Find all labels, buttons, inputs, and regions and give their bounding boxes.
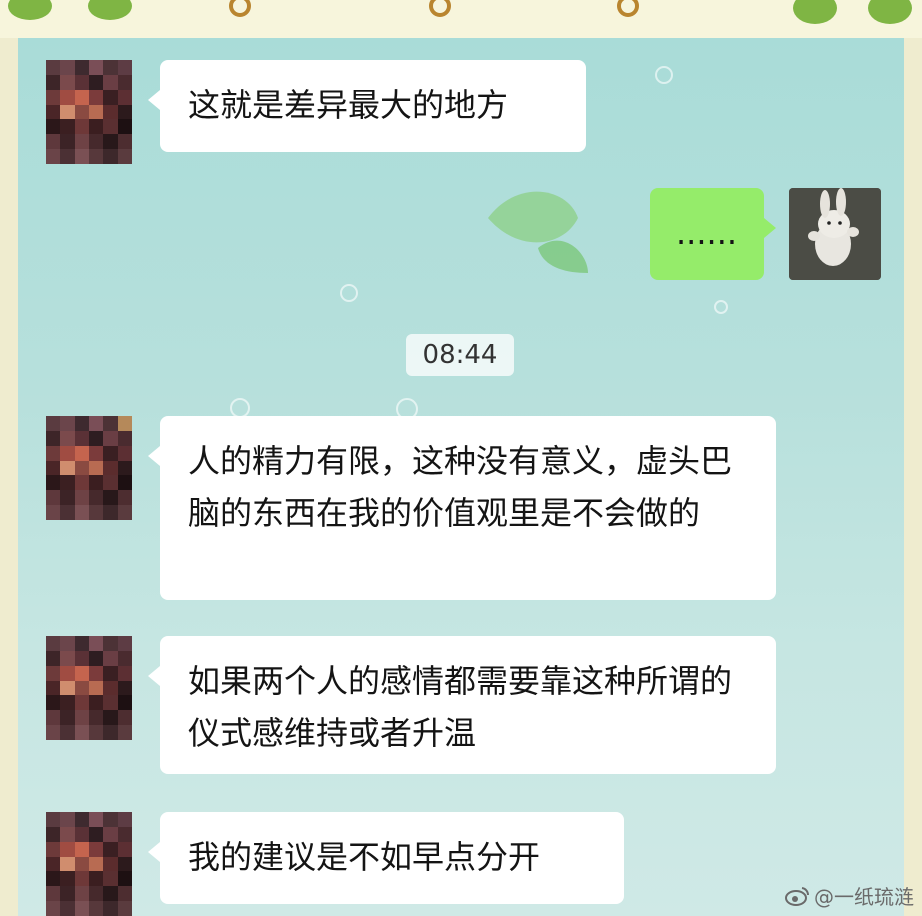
rabbit-icon — [789, 188, 881, 280]
self-avatar[interactable] — [789, 188, 881, 280]
frame-right — [904, 38, 922, 916]
message-bubble[interactable]: 这就是差异最大的地方 — [148, 60, 586, 152]
contact-avatar[interactable] — [46, 60, 132, 164]
message-text: ...... — [676, 214, 738, 252]
message-text: 如果两个人的感情都需要靠这种所谓的仪式感维持或者升温 — [188, 662, 733, 752]
message-bubble-self[interactable]: ...... — [650, 188, 776, 280]
weibo-icon — [785, 886, 810, 906]
top-decoration — [0, 0, 922, 38]
message-bubble[interactable]: 人的精力有限，这种没有意义，虚头巴脑的东西在我的价值观里是不会做的 — [148, 416, 776, 600]
message-text: 我的建议是不如早点分开 — [188, 838, 541, 876]
message-text: 人的精力有限，这种没有意义，虚头巴脑的东西在我的价值观里是不会做的 — [188, 442, 733, 532]
timestamp: 08:44 — [406, 334, 514, 376]
frame-left — [0, 38, 18, 916]
message-bubble[interactable]: 如果两个人的感情都需要靠这种所谓的仪式感维持或者升温 — [148, 636, 776, 774]
contact-avatar[interactable] — [46, 636, 132, 740]
message-bubble[interactable]: 我的建议是不如早点分开 — [148, 812, 624, 904]
watermark-text: @一纸琉涟 — [814, 885, 914, 909]
contact-avatar[interactable] — [46, 416, 132, 520]
message-text: 这就是差异最大的地方 — [188, 86, 509, 124]
contact-avatar[interactable] — [46, 812, 132, 916]
watermark: @一纸琉涟 — [784, 881, 914, 910]
